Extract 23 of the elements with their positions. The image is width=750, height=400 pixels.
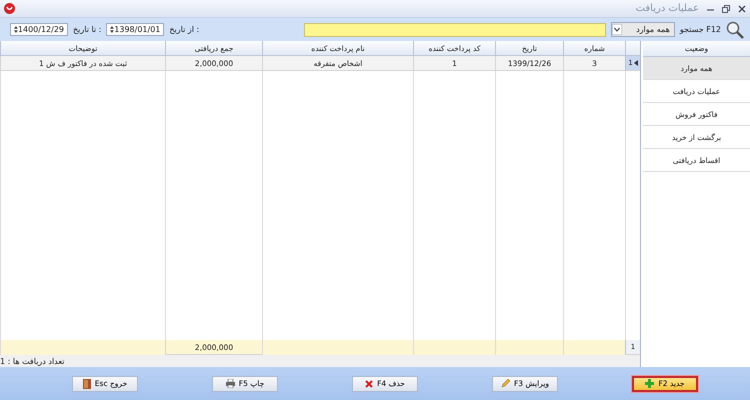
spinner-icon[interactable]: [14, 25, 18, 34]
app-icon: [4, 3, 15, 14]
from-date-label: از تاریخ :: [169, 25, 200, 34]
to-date-label: تا تاریخ :: [73, 25, 102, 34]
filter-dropdown[interactable]: همه موارد: [610, 22, 675, 37]
from-date-field[interactable]: 1398/01/01: [106, 23, 164, 36]
header-corner: [625, 41, 640, 56]
window-title: عملیات دریافت: [636, 3, 699, 14]
close-icon: [365, 380, 374, 388]
spinner-icon[interactable]: [110, 25, 114, 34]
restore-icon[interactable]: [722, 4, 730, 12]
search-icon[interactable]: [726, 20, 744, 38]
close-icon[interactable]: [738, 4, 746, 12]
status-text: تعداد دریافت ها : 1: [0, 356, 64, 366]
row-pointer-icon: [634, 60, 638, 66]
to-date-field[interactable]: 1400/12/29: [10, 23, 68, 36]
pencil-icon: [500, 379, 510, 388]
search-label: جستجو F12: [680, 25, 721, 34]
search-field[interactable]: [304, 22, 606, 36]
caret-icon: [612, 24, 622, 35]
printer-icon: [226, 379, 235, 388]
plus-icon: [645, 379, 654, 388]
door-icon: [82, 378, 91, 388]
